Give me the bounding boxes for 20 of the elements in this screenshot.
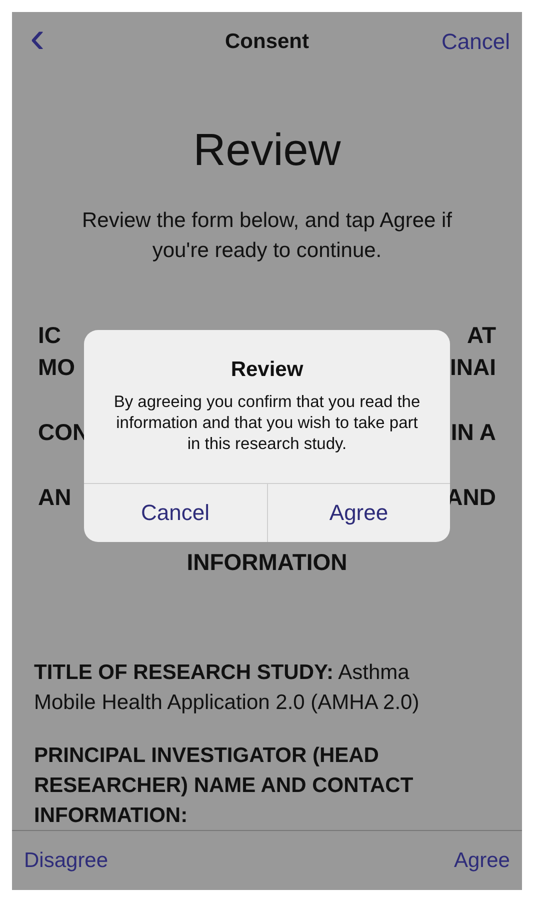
page-title: Review	[192, 124, 342, 176]
body-paragraph: TITLE OF RESEARCH STUDY: Asthma Mobile Health Application 2.0 (AMHA 2.0)	[34, 660, 420, 716]
body-paragraph: PRINCIPAL INVESTIGATOR (HEAD RESEARCHER) NAME AND CONTACT INFORMATION:	[34, 743, 414, 829]
heading-text: AN	[38, 483, 72, 512]
instructions-text: Review the form below, and tap Agree if you're ready to continue.	[80, 208, 454, 264]
agree-button[interactable]: Agree	[266, 484, 450, 542]
heading-text: MO	[38, 353, 76, 382]
heading-text: IC	[38, 321, 61, 350]
cancel-link[interactable]: Cancel	[442, 29, 510, 55]
alert-message: By agreeing you confirm that you read the information and that you wish to take part in this research study.	[112, 392, 422, 455]
alert-title: Review	[230, 357, 304, 382]
agree-link[interactable]: Agree	[454, 848, 510, 872]
back-icon[interactable]: ‹	[30, 16, 45, 60]
heading-text: IN A	[450, 418, 496, 447]
heading-text: AT	[467, 321, 496, 350]
disagree-link[interactable]: Disagree	[24, 848, 108, 872]
cancel-button[interactable]: Cancel	[84, 484, 266, 542]
heading-text: INAI	[450, 353, 496, 382]
nav-title: Consent	[225, 30, 309, 53]
heading-text: INFORMATION	[186, 548, 348, 577]
